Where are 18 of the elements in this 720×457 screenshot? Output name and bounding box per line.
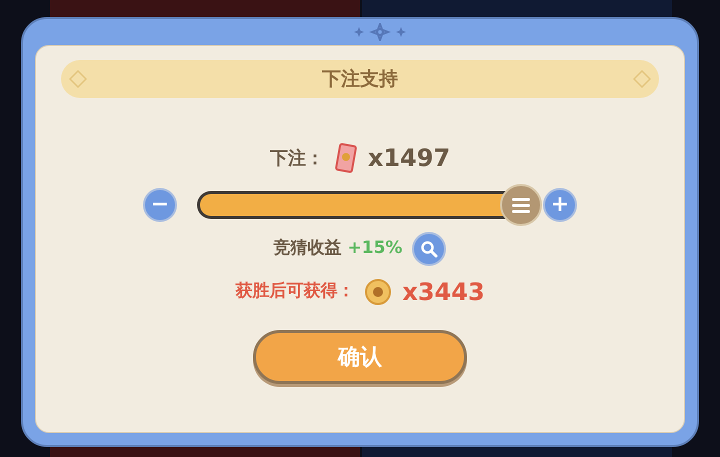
reward-label: 获胜后可获得： xyxy=(235,280,354,304)
plus-button[interactable]: + xyxy=(543,188,577,222)
odds-label: 竞猜收益 xyxy=(274,237,342,260)
odds-value: +15% xyxy=(348,237,402,260)
reward-amount: x3443 xyxy=(402,277,485,308)
slider-handle[interactable] xyxy=(500,184,542,226)
minus-button[interactable]: − xyxy=(143,188,177,222)
bet-amount: x1497 xyxy=(368,143,450,174)
confirm-button[interactable]: 确认 xyxy=(253,330,467,384)
coin-icon xyxy=(364,278,392,306)
diamond-icon xyxy=(69,70,87,88)
bet-label: 下注： xyxy=(270,146,324,170)
ticket-icon xyxy=(334,143,358,173)
diamond-icon xyxy=(633,70,651,88)
dialog-title: 下注支持 xyxy=(322,66,398,92)
search-button[interactable] xyxy=(412,232,446,266)
sparkle-icon xyxy=(353,23,407,41)
search-icon xyxy=(420,240,438,258)
